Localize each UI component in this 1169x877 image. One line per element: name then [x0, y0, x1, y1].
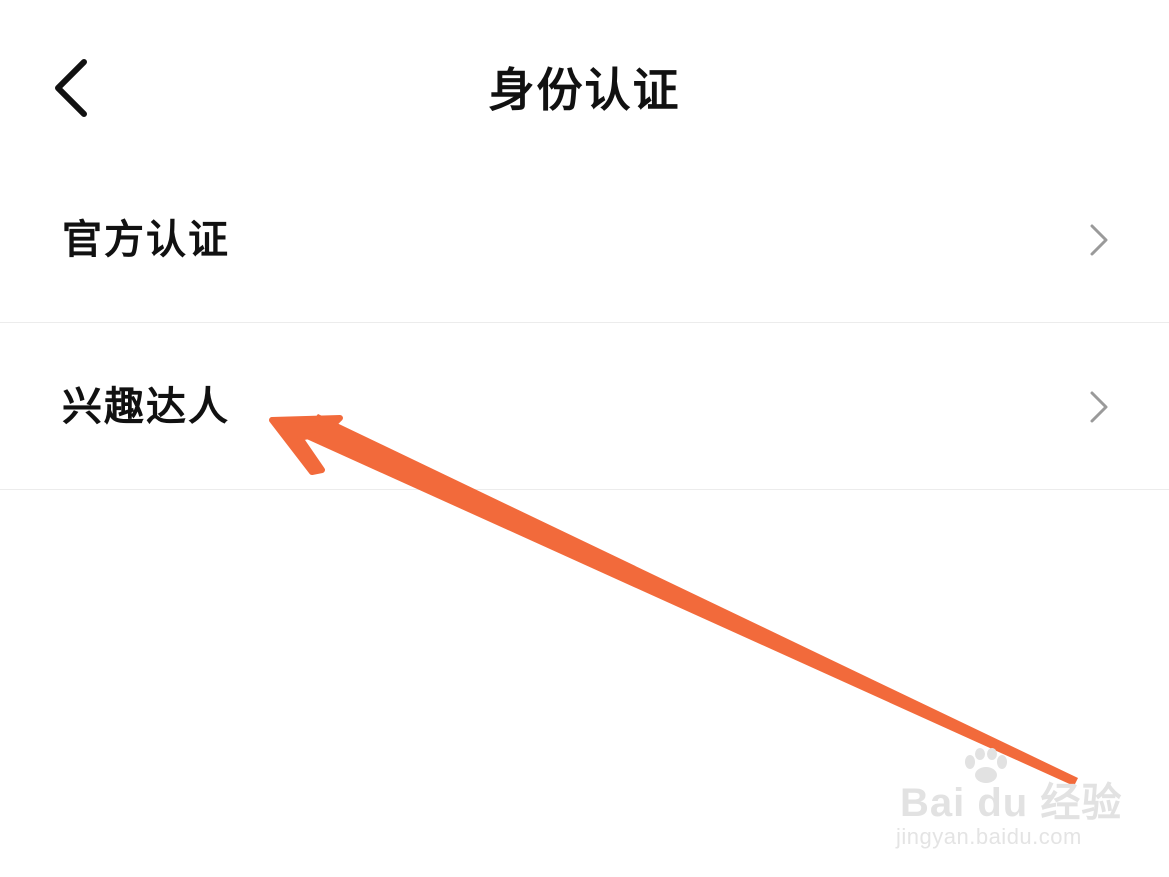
list-item-official-verification[interactable]: 官方认证	[0, 156, 1169, 323]
verification-list: 官方认证 兴趣达人	[0, 156, 1169, 490]
baidu-jingyan-watermark: Bai du 经验 jingyan.baidu.com	[896, 748, 1121, 858]
chevron-right-icon	[1090, 224, 1108, 256]
list-item-label: 官方认证	[62, 217, 230, 263]
list-item-interest-expert[interactable]: 兴趣达人	[0, 323, 1169, 490]
page-title: 身份认证	[488, 63, 681, 117]
list-item-label: 兴趣达人	[62, 384, 230, 430]
chevron-right-icon	[1090, 391, 1108, 423]
watermark-brand: Bai du 经验	[900, 781, 1123, 825]
watermark-url: jingyan.baidu.com	[896, 824, 1082, 849]
navigation-bar: 身份认证	[0, 0, 1169, 180]
